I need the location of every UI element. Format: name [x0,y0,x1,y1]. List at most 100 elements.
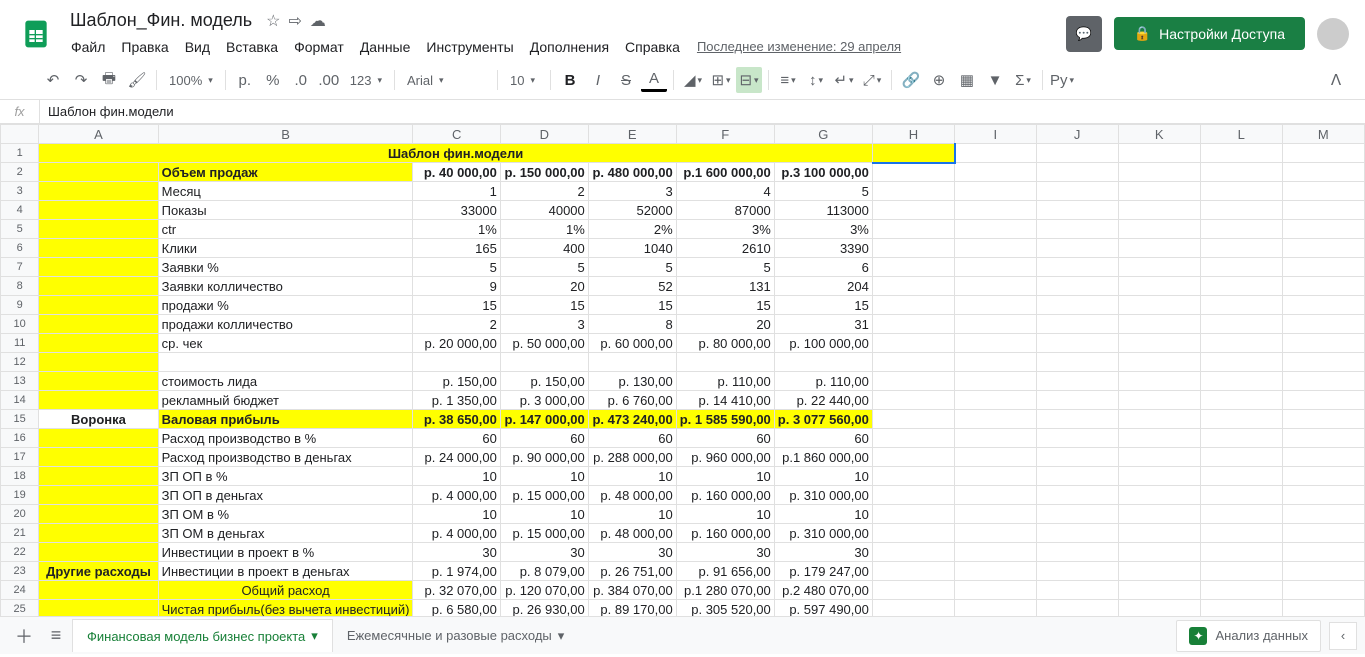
cell-M6[interactable] [1282,239,1364,258]
cell-K17[interactable] [1118,448,1200,467]
cell-E21[interactable]: р. 48 000,00 [588,524,676,543]
cell-D20[interactable]: 10 [500,505,588,524]
cell-G25[interactable]: р. 597 490,00 [774,600,872,617]
cell-C20[interactable]: 10 [413,505,500,524]
cell-C25[interactable]: р. 6 580,00 [413,600,500,617]
cell-J7[interactable] [1036,258,1118,277]
cell-F19[interactable]: р. 160 000,00 [676,486,774,505]
col-header-K[interactable]: K [1118,125,1200,144]
cell-B24[interactable]: Общий расход [158,581,413,600]
cell-H25[interactable] [872,600,954,617]
cell-F16[interactable]: 60 [676,429,774,448]
cell-G21[interactable]: р. 310 000,00 [774,524,872,543]
cell-E12[interactable] [588,353,676,372]
cell-I2[interactable] [955,163,1037,182]
cell-G13[interactable]: р. 110,00 [774,372,872,391]
cell-E6[interactable]: 1040 [588,239,676,258]
cell-I25[interactable] [955,600,1037,617]
cell-L4[interactable] [1200,201,1282,220]
cell-M24[interactable] [1282,581,1364,600]
cell-L14[interactable] [1200,391,1282,410]
cell-B15[interactable]: Валовая прибыль [158,410,413,429]
insert-link-icon[interactable]: 🔗 [898,67,924,93]
cell-H13[interactable] [872,372,954,391]
cell-A13[interactable] [39,372,158,391]
cell-F12[interactable] [676,353,774,372]
font-select[interactable]: Arial [401,70,491,91]
cell-L9[interactable] [1200,296,1282,315]
cell-E23[interactable]: р. 26 751,00 [588,562,676,581]
zoom-select[interactable]: 100% [163,70,219,91]
cell-E25[interactable]: р. 89 170,00 [588,600,676,617]
menu-data[interactable]: Данные [353,35,418,59]
cell-J23[interactable] [1036,562,1118,581]
cell-H23[interactable] [872,562,954,581]
format-percent[interactable]: % [260,67,286,93]
cell-F14[interactable]: р. 14 410,00 [676,391,774,410]
cell-F13[interactable]: р. 110,00 [676,372,774,391]
cell-E14[interactable]: р. 6 760,00 [588,391,676,410]
cell-G9[interactable]: 15 [774,296,872,315]
cell-H2[interactable] [872,163,954,182]
last-edit-link[interactable]: Последнее изменение: 29 апреля [689,35,909,59]
cell-G19[interactable]: р. 310 000,00 [774,486,872,505]
cell-A16[interactable] [39,429,158,448]
cell-M11[interactable] [1282,334,1364,353]
cell-A4[interactable] [39,201,158,220]
cell-L15[interactable] [1200,410,1282,429]
cell-I20[interactable] [955,505,1037,524]
menu-insert[interactable]: Вставка [219,35,285,59]
cell-H6[interactable] [872,239,954,258]
cell-B13[interactable]: стоимость лида [158,372,413,391]
cell-K18[interactable] [1118,467,1200,486]
cell-B7[interactable]: Заявки % [158,258,413,277]
cell-G5[interactable]: 3% [774,220,872,239]
cell-A19[interactable] [39,486,158,505]
print-icon[interactable]: 🖶 [96,67,122,93]
cell-M21[interactable] [1282,524,1364,543]
merge-cells-button[interactable]: ⊟ [736,67,762,93]
cell-M13[interactable] [1282,372,1364,391]
menu-addons[interactable]: Дополнения [523,35,616,59]
cell-D9[interactable]: 15 [500,296,588,315]
cell-E24[interactable]: р. 384 070,00 [588,581,676,600]
cell-F9[interactable]: 15 [676,296,774,315]
cell-H24[interactable] [872,581,954,600]
filter-icon[interactable]: ▼ [982,67,1008,93]
col-header-M[interactable]: M [1282,125,1364,144]
cell-E7[interactable]: 5 [588,258,676,277]
cell-J18[interactable] [1036,467,1118,486]
cell-K23[interactable] [1118,562,1200,581]
functions-button[interactable]: Σ [1010,67,1036,93]
cell-C21[interactable]: р. 4 000,00 [413,524,500,543]
cell-D25[interactable]: р. 26 930,00 [500,600,588,617]
row-header-22[interactable]: 22 [1,543,39,562]
cell-L24[interactable] [1200,581,1282,600]
cell-E11[interactable]: р. 60 000,00 [588,334,676,353]
cell-L23[interactable] [1200,562,1282,581]
explore-button[interactable]: ✦ Анализ данных [1176,620,1321,652]
cell-H4[interactable] [872,201,954,220]
cell-D21[interactable]: р. 15 000,00 [500,524,588,543]
cell-L12[interactable] [1200,353,1282,372]
cell-D13[interactable]: р. 150,00 [500,372,588,391]
cell-B10[interactable]: продажи колличество [158,315,413,334]
cell-J17[interactable] [1036,448,1118,467]
cell-D6[interactable]: 400 [500,239,588,258]
col-header-J[interactable]: J [1036,125,1118,144]
cell-I24[interactable] [955,581,1037,600]
cell-A21[interactable] [39,524,158,543]
cell-B17[interactable]: Расход производство в деньгах [158,448,413,467]
row-header-1[interactable]: 1 [1,144,39,163]
cell-I7[interactable] [955,258,1037,277]
cell-E17[interactable]: р. 288 000,00 [588,448,676,467]
cell-E3[interactable]: 3 [588,182,676,201]
cell-K5[interactable] [1118,220,1200,239]
row-header-18[interactable]: 18 [1,467,39,486]
cell-A10[interactable] [39,315,158,334]
cell-F22[interactable]: 30 [676,543,774,562]
cell-G17[interactable]: р.1 860 000,00 [774,448,872,467]
cell-L10[interactable] [1200,315,1282,334]
undo-icon[interactable]: ↶ [40,67,66,93]
cell-I9[interactable] [955,296,1037,315]
